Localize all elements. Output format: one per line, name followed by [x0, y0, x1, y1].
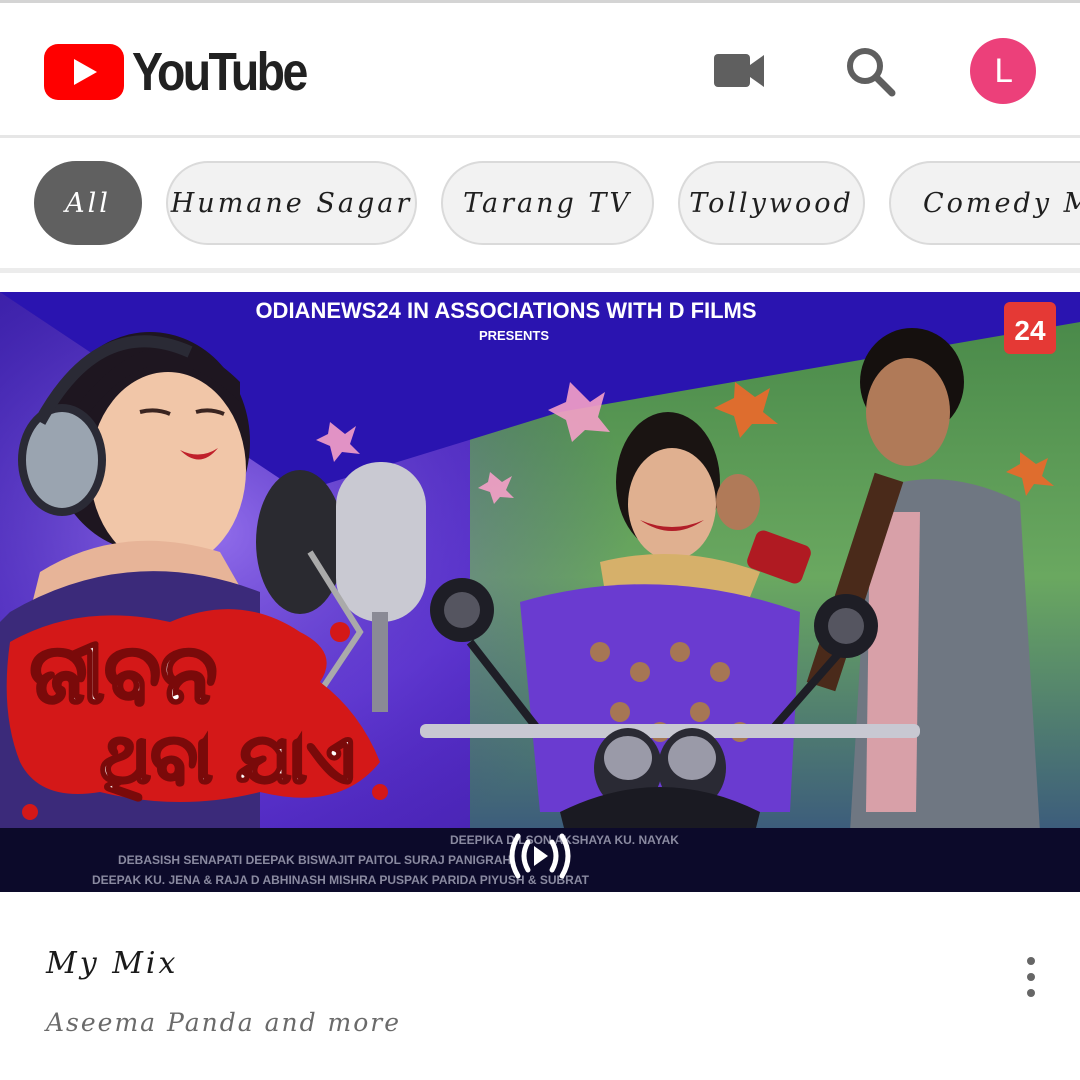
- search-icon[interactable]: [844, 45, 898, 104]
- chip-all[interactable]: All: [34, 161, 142, 245]
- chip-comedy-movies[interactable]: Comedy Movi: [889, 161, 1080, 245]
- chips-divider: [0, 268, 1080, 273]
- chip-tollywood[interactable]: Tollywood: [678, 161, 865, 245]
- thumbnail-banner-text: ODIANEWS24 IN ASSOCIATIONS WITH D FILMS: [255, 298, 756, 323]
- youtube-logo[interactable]: YouTube: [44, 41, 334, 103]
- chip-humane-sagar[interactable]: Humane Sagar: [166, 161, 417, 245]
- youtube-play-logo-icon: [44, 44, 124, 100]
- channel-badge-text: 24: [1014, 315, 1046, 346]
- filter-chips-bar: All Humane Sagar Tarang TV Tollywood Com…: [0, 138, 1080, 270]
- top-app-bar: YouTube L: [0, 3, 1080, 136]
- account-avatar[interactable]: L: [970, 38, 1036, 104]
- thumbnail-title-line1: ଜୀବନ: [30, 627, 217, 722]
- brand-name: YouTube: [132, 42, 308, 102]
- video-thumbnail[interactable]: ODIANEWS24 IN ASSOCIATIONS WITH D FILMS …: [0, 292, 1080, 892]
- thumbnail-title-line2: ଥିବା ଯାଏ: [100, 720, 355, 801]
- video-camera-icon[interactable]: [712, 51, 766, 96]
- channel-badge-icon: 24: [1004, 302, 1056, 354]
- thumbnail-presents-text: PRESENTS: [479, 328, 549, 343]
- video-subtitle: Aseema Panda and more: [46, 1008, 402, 1037]
- credits-line-2: DEBASISH SENAPATI DEEPAK BISWAJIT PAITOL…: [118, 853, 515, 867]
- mix-play-icon[interactable]: [506, 830, 574, 882]
- video-title[interactable]: My Mix: [46, 946, 178, 981]
- chip-tarang-tv[interactable]: Tarang TV: [441, 161, 654, 245]
- more-vertical-icon[interactable]: [1018, 955, 1044, 999]
